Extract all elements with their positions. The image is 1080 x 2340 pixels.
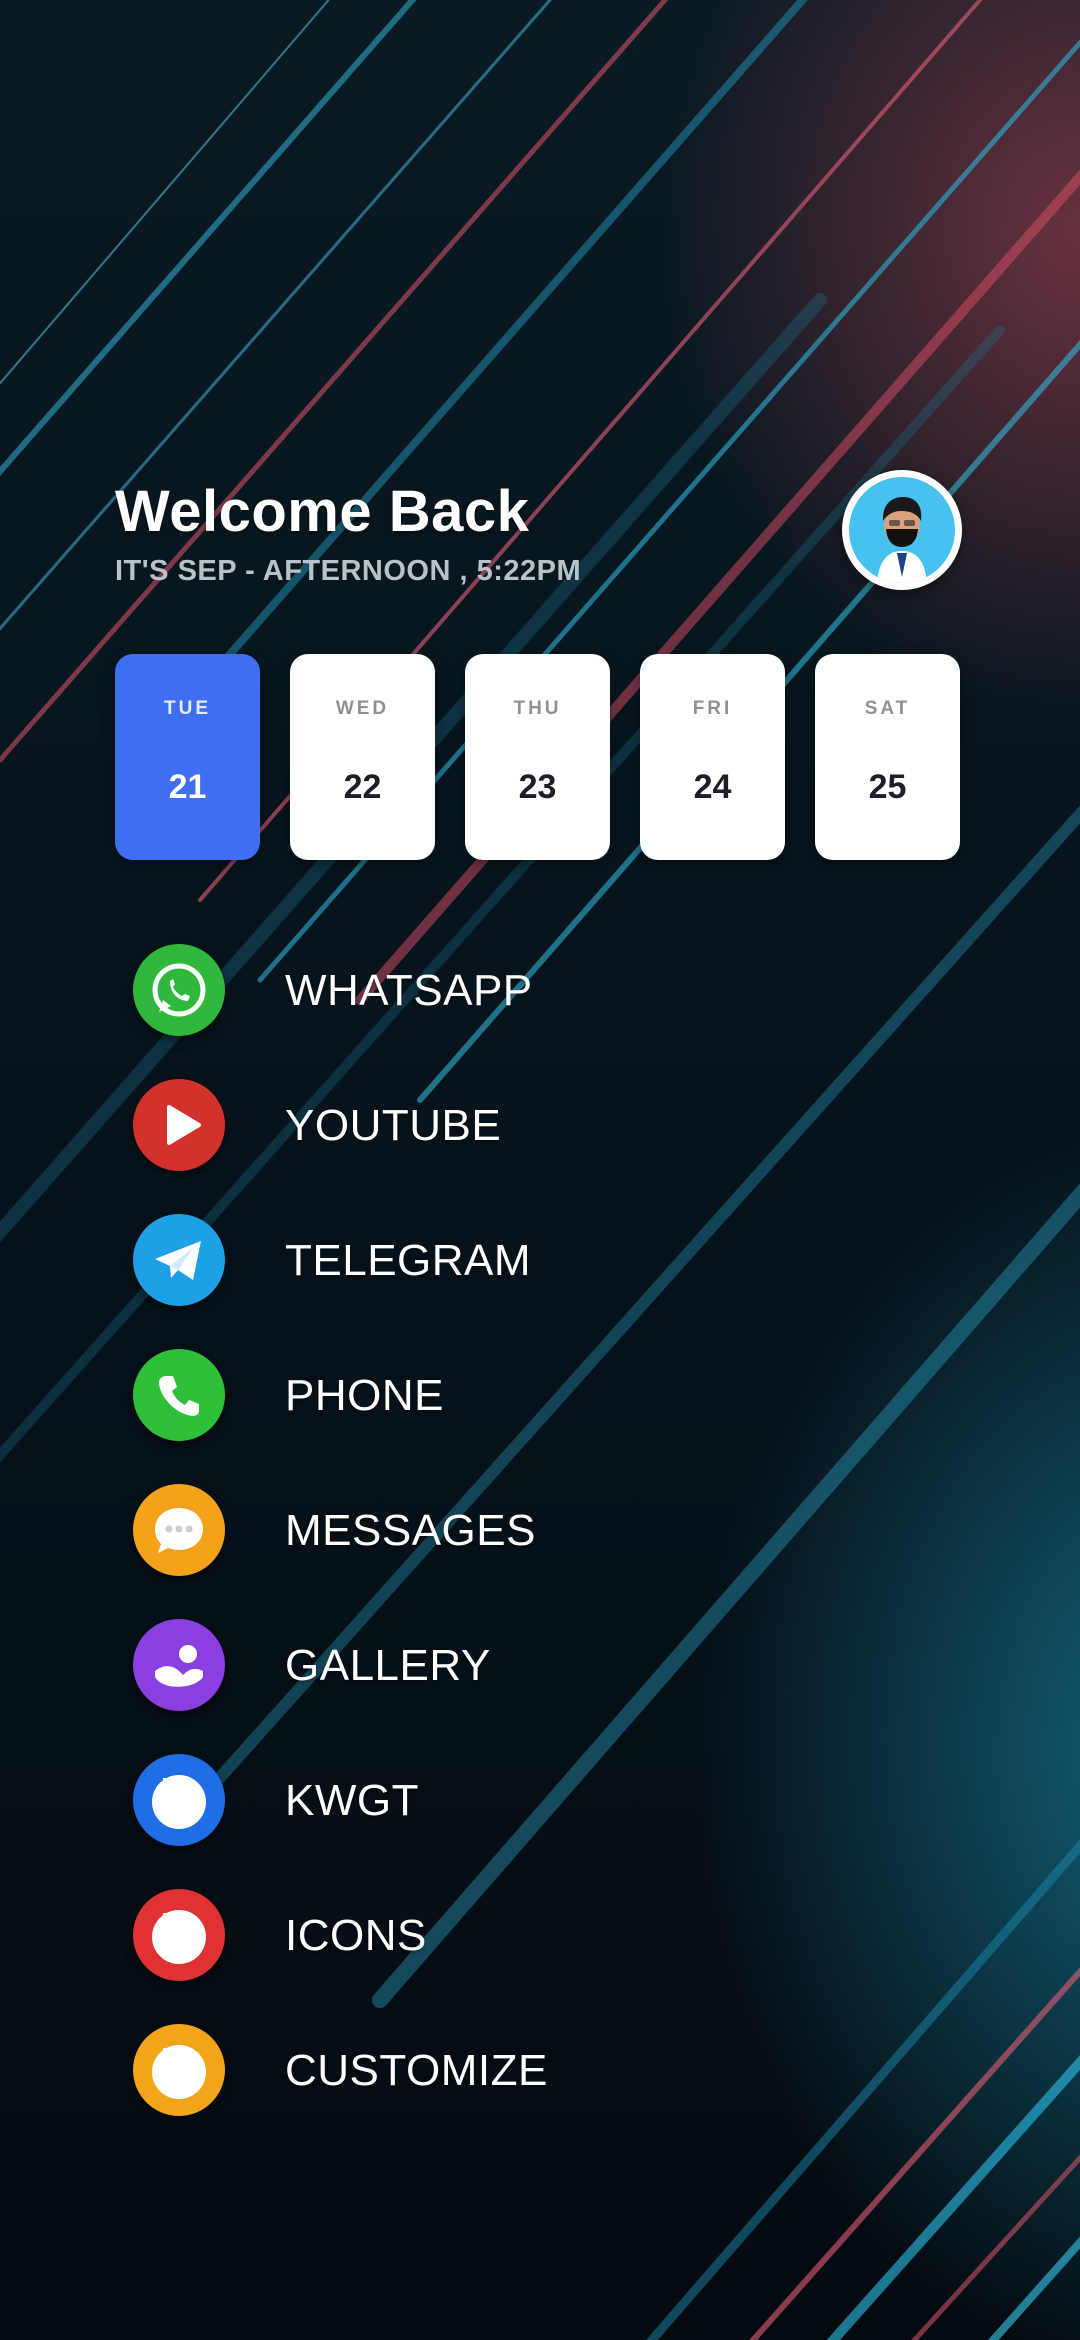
app-label: MESSAGES [285, 1506, 536, 1555]
app-label: TELEGRAM [285, 1236, 532, 1285]
app-label: CUSTOMIZE [285, 2046, 548, 2095]
day-name: THU [513, 698, 562, 719]
app-label: PHONE [285, 1371, 444, 1420]
day-name: WED [335, 698, 390, 719]
folder-icon [133, 1754, 225, 1846]
day-number: 25 [868, 768, 907, 806]
app-item-phone[interactable]: PHONE [133, 1349, 733, 1445]
week-day-strip: TUE 21 WED 22 THU 23 FRI 24 SAT 25 [115, 654, 960, 860]
day-card-fri[interactable]: FRI 24 [640, 654, 785, 860]
welcome-title: Welcome Back [115, 479, 530, 544]
day-name: SAT [864, 698, 911, 719]
day-number: 21 [168, 768, 207, 806]
gallery-icon [133, 1619, 225, 1711]
day-number: 23 [518, 768, 557, 806]
app-item-customize[interactable]: CUSTOMIZE [133, 2024, 733, 2120]
date-time-subtitle: IT'S SEP - AFTERNOON , 5:22PM [115, 555, 582, 587]
greeting-header: Welcome Back IT'S SEP - AFTERNOON , 5:22… [115, 478, 581, 588]
app-item-icons[interactable]: ICONS [133, 1889, 733, 1985]
phone-icon [133, 1349, 225, 1441]
day-number: 22 [343, 768, 382, 806]
avatar[interactable] [842, 470, 962, 590]
day-number: 24 [693, 768, 732, 806]
day-card-sat[interactable]: SAT 25 [815, 654, 960, 860]
app-label: ICONS [285, 1911, 427, 1960]
avatar-image [849, 477, 955, 583]
app-label: KWGT [285, 1776, 419, 1825]
app-item-youtube[interactable]: YOUTUBE [133, 1079, 733, 1175]
app-item-gallery[interactable]: GALLERY [133, 1619, 733, 1715]
app-label: GALLERY [285, 1641, 491, 1690]
whatsapp-icon [133, 944, 225, 1036]
app-item-telegram[interactable]: TELEGRAM [133, 1214, 733, 1310]
chat-bubble-icon [133, 1484, 225, 1576]
day-name: FRI [692, 698, 733, 719]
folder-icon [133, 2024, 225, 2116]
app-label: YOUTUBE [285, 1101, 502, 1150]
app-item-kwgt[interactable]: KWGT [133, 1754, 733, 1850]
folder-icon [133, 1889, 225, 1981]
app-label: WHATSAPP [285, 966, 533, 1015]
app-item-whatsapp[interactable]: WHATSAPP [133, 944, 733, 1040]
day-card-wed[interactable]: WED 22 [290, 654, 435, 860]
youtube-play-icon [133, 1079, 225, 1171]
person-avatar-icon [877, 497, 927, 583]
day-card-thu[interactable]: THU 23 [465, 654, 610, 860]
day-card-tue[interactable]: TUE 21 [115, 654, 260, 860]
app-item-messages[interactable]: MESSAGES [133, 1484, 733, 1580]
telegram-plane-icon [133, 1214, 225, 1306]
day-name: TUE [164, 698, 211, 719]
